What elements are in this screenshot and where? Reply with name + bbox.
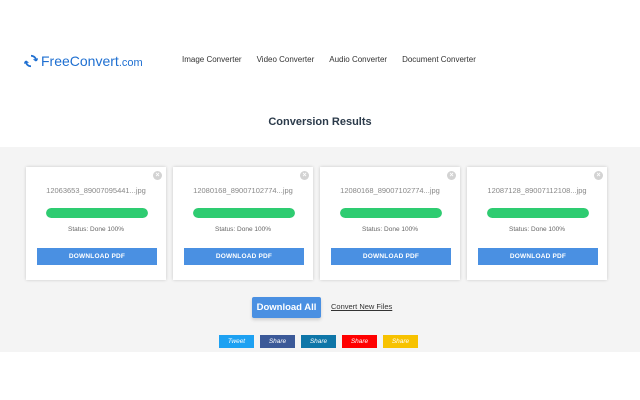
file-card: × 12087128_89007112108...jpg Status: Don… <box>467 167 607 280</box>
progress-fill <box>46 208 148 218</box>
nav-document-converter[interactable]: Document Converter <box>402 55 476 64</box>
download-all-button[interactable]: Download All <box>252 297 321 318</box>
download-pdf-button[interactable]: DOWNLOAD PDF <box>331 248 451 265</box>
page-title: Conversion Results <box>268 116 372 128</box>
file-card: × 12080168_89007102774...jpg Status: Don… <box>173 167 313 280</box>
pinterest-share-button[interactable]: Share <box>342 335 377 348</box>
progress-fill <box>193 208 295 218</box>
remove-file-button[interactable]: × <box>153 171 162 180</box>
file-name: 12080168_89007102774...jpg <box>340 186 440 195</box>
progress-fill <box>340 208 442 218</box>
file-card: × 12080168_89007102774...jpg Status: Don… <box>320 167 460 280</box>
results-area: × 12063653_89007095441...jpg Status: Don… <box>0 147 640 352</box>
close-icon: × <box>155 172 160 179</box>
linkedin-share-button[interactable]: Share <box>301 335 336 348</box>
logo-tld: .com <box>118 57 143 69</box>
file-status: Status: Done 100% <box>508 226 565 233</box>
download-pdf-button[interactable]: DOWNLOAD PDF <box>37 248 157 265</box>
close-icon: × <box>449 172 454 179</box>
progress-bar <box>487 208 589 218</box>
file-status: Status: Done 100% <box>67 226 124 233</box>
file-card: × 12063653_89007095441...jpg Status: Don… <box>26 167 166 280</box>
download-pdf-button[interactable]: DOWNLOAD PDF <box>184 248 304 265</box>
email-share-button[interactable]: Share <box>383 335 418 348</box>
download-pdf-button[interactable]: DOWNLOAD PDF <box>478 248 598 265</box>
tweet-button[interactable]: Tweet <box>219 335 254 348</box>
nav-audio-converter[interactable]: Audio Converter <box>329 55 387 64</box>
logo-text: FreeConvert.com <box>41 53 143 69</box>
file-name: 12087128_89007112108...jpg <box>487 186 587 195</box>
remove-file-button[interactable]: × <box>300 171 309 180</box>
nav-video-converter[interactable]: Video Converter <box>257 55 315 64</box>
logo-main: FreeConvert <box>41 53 119 69</box>
header: FreeConvert.com Image Converter Video Co… <box>0 0 640 100</box>
page-bottom <box>0 352 640 400</box>
main-nav: Image Converter Video Converter Audio Co… <box>182 55 491 64</box>
remove-file-button[interactable]: × <box>447 171 456 180</box>
file-status: Status: Done 100% <box>361 226 418 233</box>
close-icon: × <box>596 172 601 179</box>
share-row: Tweet Share Share Share Share <box>219 335 424 348</box>
close-icon: × <box>302 172 307 179</box>
progress-bar <box>193 208 295 218</box>
freeconvert-logo[interactable]: FreeConvert.com <box>24 52 143 70</box>
nav-image-converter[interactable]: Image Converter <box>182 55 242 64</box>
progress-bar <box>46 208 148 218</box>
file-name: 12080168_89007102774...jpg <box>193 186 293 195</box>
file-name: 12063653_89007095441...jpg <box>46 186 146 195</box>
refresh-logo-icon <box>24 54 38 68</box>
progress-bar <box>340 208 442 218</box>
progress-fill <box>487 208 589 218</box>
remove-file-button[interactable]: × <box>594 171 603 180</box>
file-status: Status: Done 100% <box>214 226 271 233</box>
convert-new-files-link[interactable]: Convert New Files <box>331 302 392 311</box>
facebook-share-button[interactable]: Share <box>260 335 295 348</box>
